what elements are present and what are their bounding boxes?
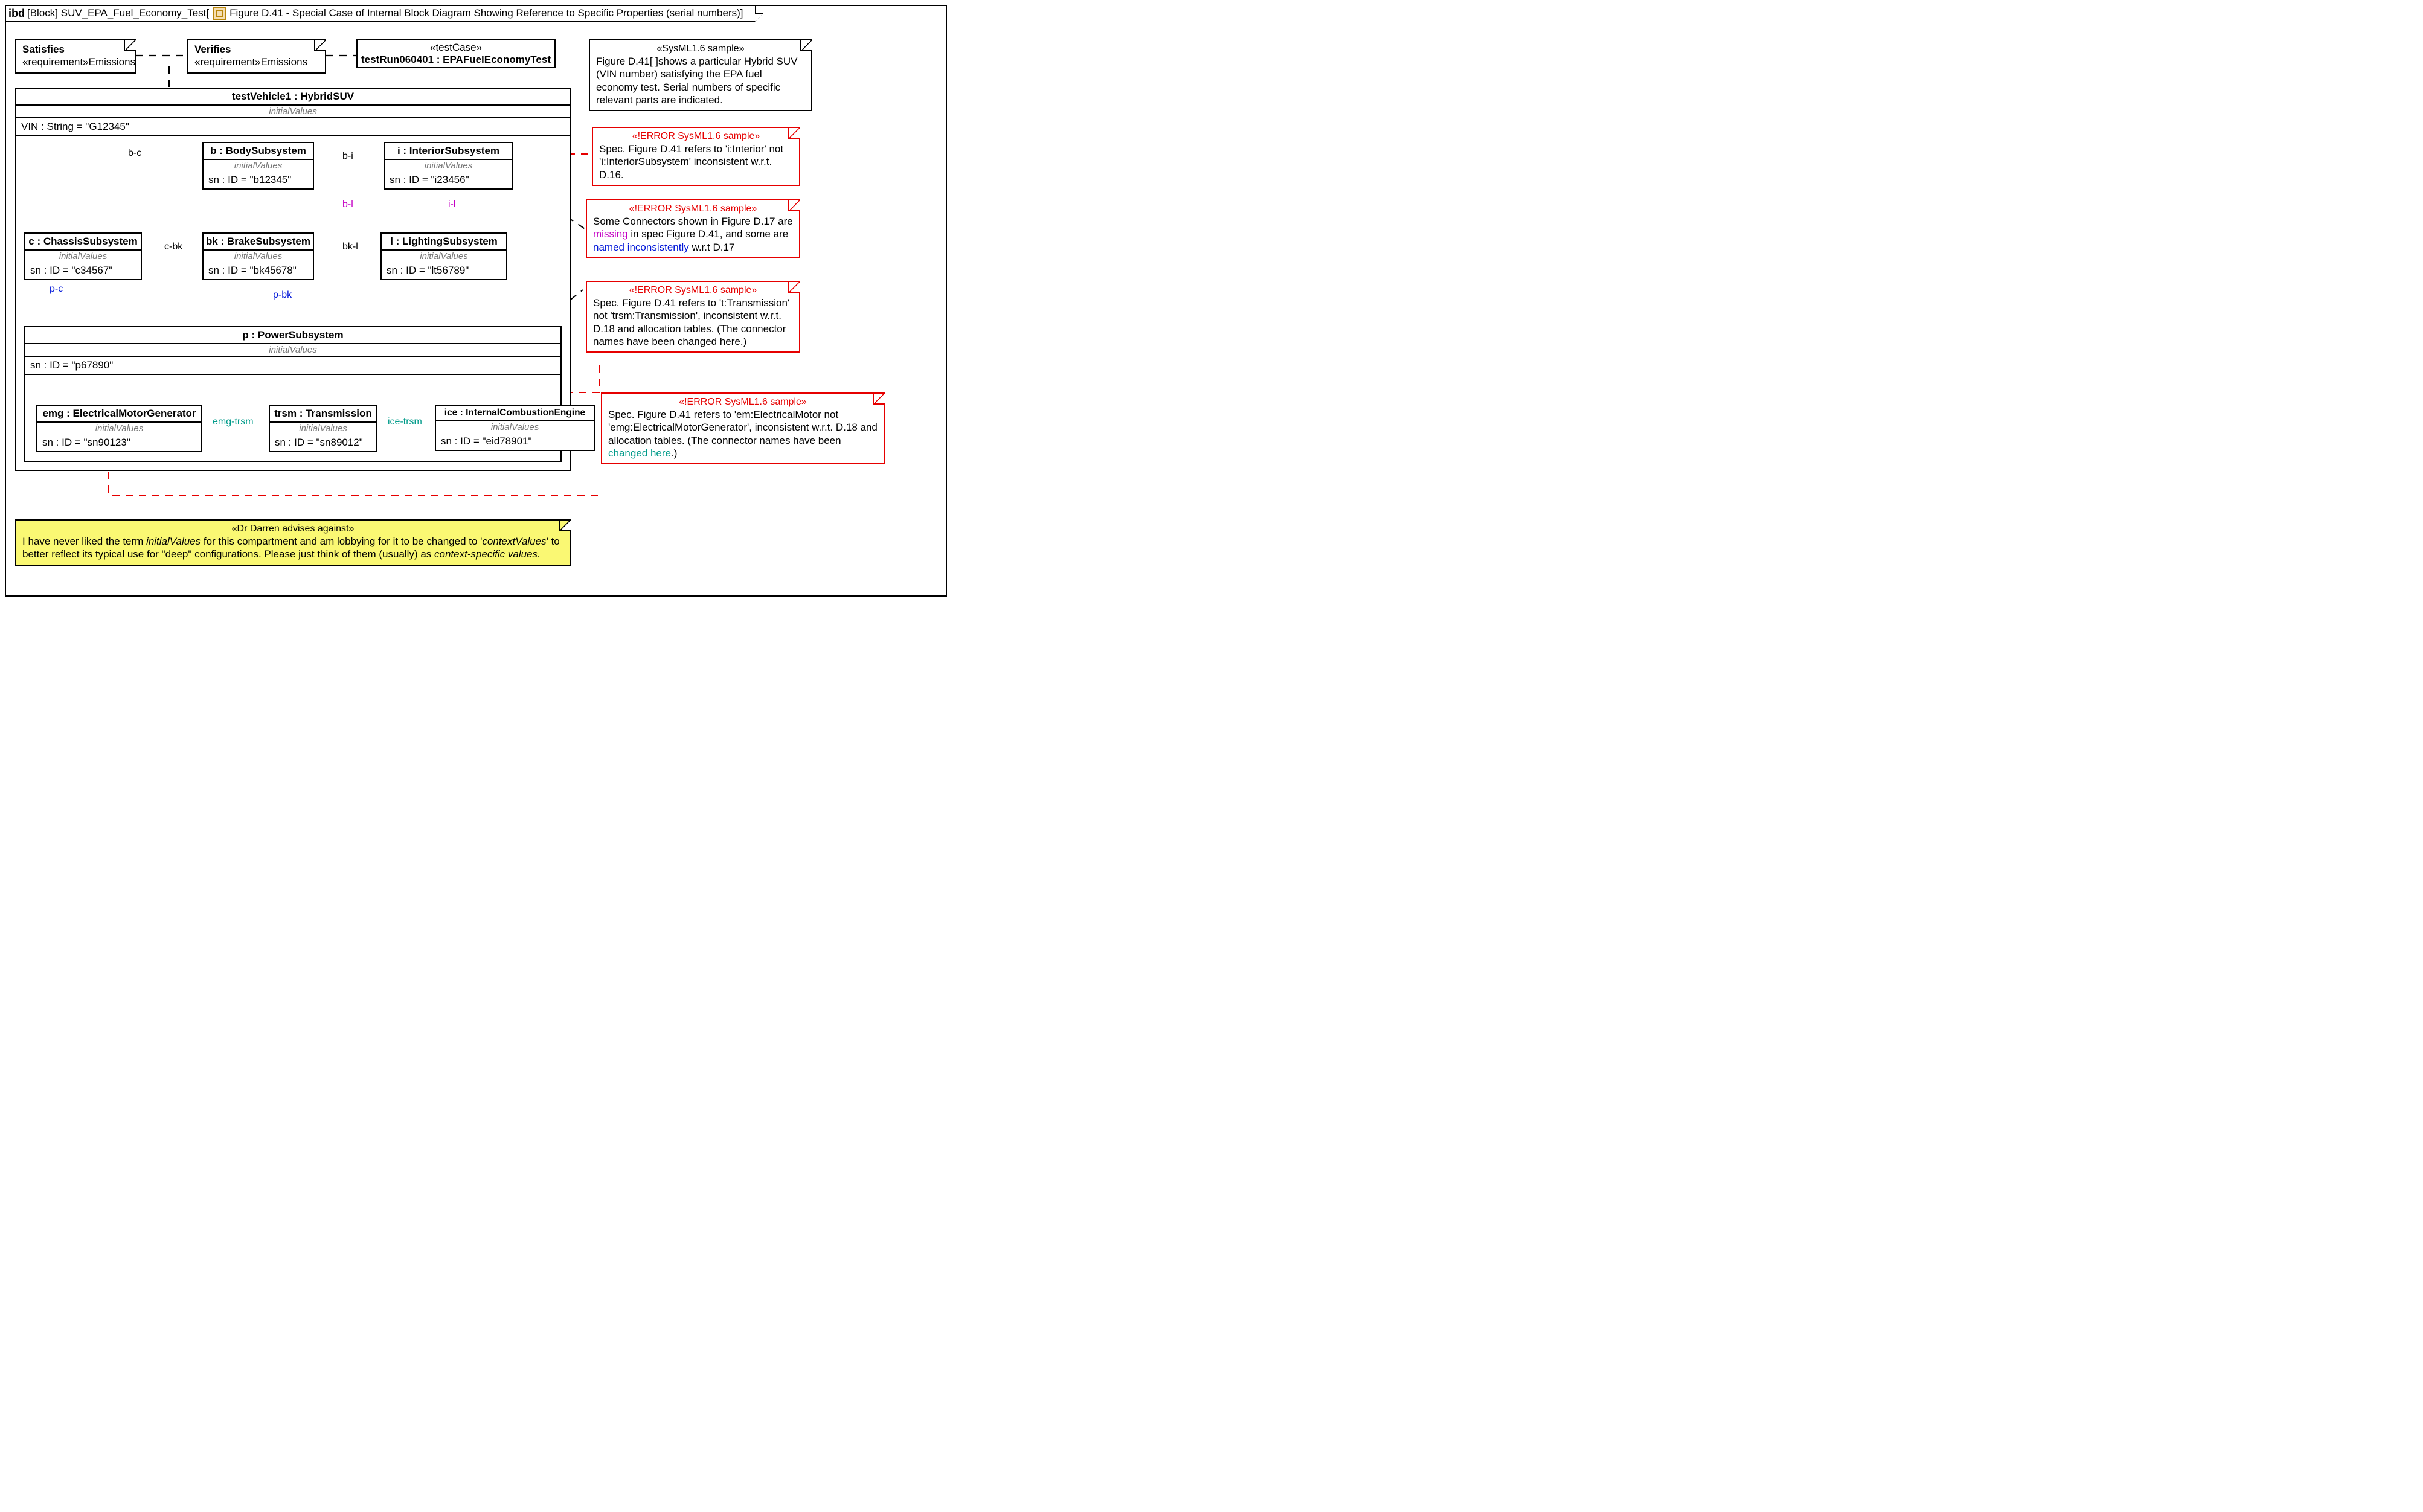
satisfies-title: Satisfies — [22, 43, 129, 56]
emg-sn: sn : ID = "sn90123" — [37, 434, 201, 451]
p-sn: sn : ID = "p67890" — [25, 357, 560, 375]
lbl-bi: b-i — [341, 151, 355, 162]
err4-body: Spec. Figure D.41 refers to 'em:Electric… — [608, 408, 878, 460]
testcase-body: testRun060401 : EPAFuelEconomyTest — [360, 54, 552, 66]
bk-title: bk : BrakeSubsystem — [204, 234, 313, 251]
lbl-bkl: bk-l — [341, 242, 359, 252]
lbl-pc: p-c — [48, 284, 64, 295]
err1-stereo: «!ERROR SysML1.6 sample» — [599, 130, 793, 143]
sysml-stereo: «SysML1.6 sample» — [596, 43, 805, 55]
c-compart: initialValues — [25, 251, 141, 262]
note-advice: «Dr Darren advises against» I have never… — [15, 519, 571, 566]
trsm-sn: sn : ID = "sn89012" — [270, 434, 376, 451]
note-verifies: Verifies «requirement»Emissions — [187, 39, 326, 74]
advice-stereo: «Dr Darren advises against» — [22, 523, 563, 535]
b-compart: initialValues — [204, 160, 313, 171]
vehicle-title: testVehicle1 : HybridSUV — [16, 89, 570, 106]
ice-title: ice : InternalCombustionEngine — [436, 406, 594, 421]
verifies-body: «requirement»Emissions — [194, 56, 319, 68]
lbl-icetrsm: ice-trsm — [387, 417, 423, 428]
trsm-title: trsm : Transmission — [270, 406, 376, 423]
ice-sn: sn : ID = "eid78901" — [436, 433, 594, 450]
err2-body: Some Connectors shown in Figure D.17 are… — [593, 215, 793, 254]
b-title: b : BodySubsystem — [204, 143, 313, 160]
lbl-bc: b-c — [127, 148, 143, 159]
block-b: b : BodySubsystem initialValues sn : ID … — [202, 142, 314, 190]
note-err4: «!ERROR SysML1.6 sample» Spec. Figure D.… — [601, 392, 885, 464]
frame-context: [Block] SUV_EPA_Fuel_Economy_Test[ — [27, 7, 209, 19]
trsm-compart: initialValues — [270, 423, 376, 434]
block-trsm: trsm : Transmission initialValues sn : I… — [269, 405, 377, 452]
testcase-stereo: «testCase» — [360, 42, 552, 54]
verifies-title: Verifies — [194, 43, 319, 56]
lbl-emgtrsm: emg-trsm — [211, 417, 255, 428]
advice-body: I have never liked the term initialValue… — [22, 535, 563, 561]
block-ice: ice : InternalCombustionEngine initialVa… — [435, 405, 595, 451]
bk-sn: sn : ID = "bk45678" — [204, 262, 313, 279]
note-err2: «!ERROR SysML1.6 sample» Some Connectors… — [586, 199, 800, 258]
testcase-block: «testCase» testRun060401 : EPAFuelEconom… — [356, 39, 556, 68]
block-i: i : InteriorSubsystem initialValues sn :… — [384, 142, 513, 190]
emg-compart: initialValues — [37, 423, 201, 434]
block-l: l : LightingSubsystem initialValues sn :… — [380, 232, 507, 280]
err4-stereo: «!ERROR SysML1.6 sample» — [608, 396, 878, 408]
lbl-cbk: c-bk — [163, 242, 184, 252]
p-compart: initialValues — [25, 344, 560, 357]
b-sn: sn : ID = "b12345" — [204, 171, 313, 188]
lbl-bl: b-l — [341, 199, 355, 210]
lbl-pbk: p-bk — [272, 290, 293, 301]
l-compart: initialValues — [382, 251, 506, 262]
i-sn: sn : ID = "i23456" — [385, 171, 512, 188]
block-bk: bk : BrakeSubsystem initialValues sn : I… — [202, 232, 314, 280]
frame-caption: Figure D.41 - Special Case of Internal B… — [229, 7, 743, 19]
c-sn: sn : ID = "c34567" — [25, 262, 141, 279]
emg-title: emg : ElectricalMotorGenerator — [37, 406, 201, 423]
i-compart: initialValues — [385, 160, 512, 171]
note-err3: «!ERROR SysML1.6 sample» Spec. Figure D.… — [586, 281, 800, 353]
note-sysml: «SysML1.6 sample» Figure D.41[ ]shows a … — [589, 39, 812, 111]
note-satisfies: Satisfies «requirement»Emissions — [15, 39, 136, 74]
err3-stereo: «!ERROR SysML1.6 sample» — [593, 284, 793, 296]
frame-header: ibd [Block] SUV_EPA_Fuel_Economy_Test[ F… — [5, 5, 756, 22]
diagram-frame: ibd [Block] SUV_EPA_Fuel_Economy_Test[ F… — [5, 5, 947, 597]
l-title: l : LightingSubsystem — [382, 234, 506, 251]
sysml-body: Figure D.41[ ]shows a particular Hybrid … — [596, 55, 805, 106]
l-sn: sn : ID = "lt56789" — [382, 262, 506, 279]
note-err1: «!ERROR SysML1.6 sample» Spec. Figure D.… — [592, 127, 800, 186]
block-c: c : ChassisSubsystem initialValues sn : … — [24, 232, 142, 280]
lbl-il: i-l — [447, 199, 457, 210]
c-title: c : ChassisSubsystem — [25, 234, 141, 251]
bk-compart: initialValues — [204, 251, 313, 262]
frame-kind: ibd — [8, 7, 25, 20]
diagram-icon — [213, 7, 226, 20]
block-emg: emg : ElectricalMotorGenerator initialVa… — [36, 405, 202, 452]
ice-compart: initialValues — [436, 421, 594, 433]
err3-body: Spec. Figure D.41 refers to 't:Transmiss… — [593, 296, 793, 348]
vehicle-vin: VIN : String = "G12345" — [16, 118, 570, 136]
p-title: p : PowerSubsystem — [25, 327, 560, 344]
vehicle-compart: initialValues — [16, 106, 570, 118]
satisfies-body: «requirement»Emissions — [22, 56, 129, 68]
i-title: i : InteriorSubsystem — [385, 143, 512, 160]
err1-body: Spec. Figure D.41 refers to 'i:Interior'… — [599, 143, 793, 181]
err2-stereo: «!ERROR SysML1.6 sample» — [593, 203, 793, 215]
